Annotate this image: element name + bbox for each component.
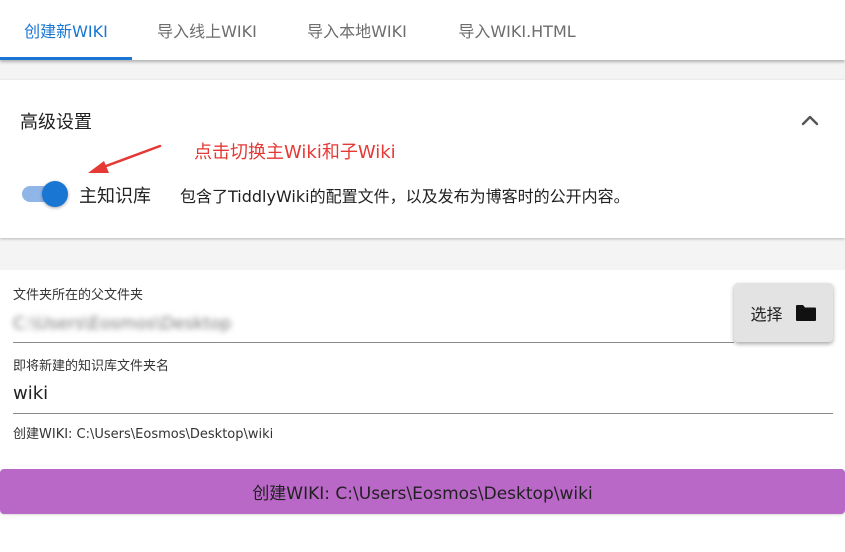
main-wiki-toggle-label[interactable]: 主知识库 (79, 182, 151, 208)
main-wiki-toggle[interactable] (20, 180, 70, 208)
annotation-text: 点击切换主Wiki和子Wiki (194, 142, 396, 163)
active-tab-indicator (0, 57, 132, 60)
tab-bar: 创建新WIKI 导入线上WIKI 导入本地WIKI 导入WIKI.HTML (0, 0, 845, 60)
choose-button-label: 选择 (750, 304, 783, 324)
chevron-up-icon[interactable] (799, 110, 821, 130)
folder-name-label: 即将新建的知识库文件夹名 (13, 359, 170, 374)
wiki-path-helper-text: 创建WIKI: C:\Users\Eosmos\Desktop\wiki (13, 427, 274, 442)
tab-label: 导入WIKI.HTML (458, 22, 576, 41)
create-wiki-button[interactable]: 创建WIKI: C:\Users\Eosmos\Desktop\wiki (0, 469, 845, 514)
main-wiki-description: 包含了TiddlyWiki的配置文件，以及发布为博客时的公开内容。 (180, 187, 630, 206)
advanced-settings-panel: 高级设置 点击切换主Wiki和子Wiki 主知识库 包含了TiddlyWiki的… (0, 80, 845, 238)
toggle-thumb (42, 181, 68, 207)
folder-name-underline (13, 413, 833, 414)
tab-label: 创建新WIKI (24, 22, 108, 41)
advanced-settings-title[interactable]: 高级设置 (20, 108, 92, 134)
tab-import-wiki-html[interactable]: 导入WIKI.HTML (432, 0, 602, 60)
choose-folder-button[interactable]: 选择 (734, 283, 833, 342)
parent-folder-field[interactable]: C:\Users\Eosmos\Desktop (13, 314, 231, 334)
arrow-icon (88, 144, 162, 173)
tab-label: 导入线上WIKI (157, 22, 257, 41)
tab-import-local-wiki[interactable]: 导入本地WIKI (282, 0, 432, 60)
folder-icon (795, 304, 816, 321)
tab-label: 导入本地WIKI (307, 22, 407, 41)
new-wiki-form: 文件夹所在的父文件夹 C:\Users\Eosmos\Desktop 选择 即将… (0, 270, 845, 552)
parent-folder-label: 文件夹所在的父文件夹 (13, 288, 144, 303)
parent-folder-underline (13, 342, 734, 343)
folder-name-field[interactable]: wiki (13, 383, 48, 404)
create-wiki-button-label: 创建WIKI: C:\Users\Eosmos\Desktop\wiki (252, 484, 593, 504)
tab-create-new-wiki[interactable]: 创建新WIKI (0, 0, 132, 60)
tab-import-online-wiki[interactable]: 导入线上WIKI (132, 0, 282, 60)
